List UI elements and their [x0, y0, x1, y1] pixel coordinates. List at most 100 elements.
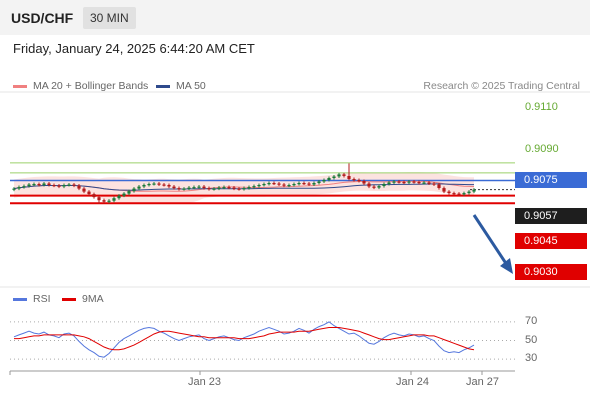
candle-body: [367, 183, 371, 187]
candle-body: [317, 181, 321, 183]
candle-body: [232, 187, 236, 189]
candle-body: [182, 188, 186, 190]
candle-body: [467, 191, 471, 194]
candle-body: [97, 197, 101, 201]
forecast-arrow-shaft: [472, 214, 509, 266]
candle-body: [327, 178, 331, 180]
candle-body: [307, 183, 311, 185]
candle-body: [132, 188, 136, 192]
candle-body: [187, 187, 191, 189]
candle-body: [447, 191, 451, 194]
candle-body: [122, 193, 126, 196]
candle-body: [392, 181, 396, 183]
candle-body: [42, 183, 46, 185]
pivot-tag: 0.9075: [515, 172, 587, 188]
x-label-jan23: Jan 23: [188, 376, 222, 388]
candle-body: [137, 186, 141, 189]
candle-body: [407, 181, 411, 183]
candle-body: [112, 198, 116, 201]
support-1-tag: 0.9045: [515, 233, 587, 249]
candle-body: [462, 193, 466, 195]
candle-body: [67, 184, 71, 186]
candle-body: [377, 186, 381, 188]
candle-body: [222, 187, 226, 189]
candle-body: [217, 187, 221, 189]
candle-body: [82, 188, 86, 192]
candle-body: [262, 184, 266, 186]
resistance-1-label: 0.9090: [525, 143, 559, 155]
x-label-jan24: Jan 24: [396, 376, 430, 388]
candle-body: [457, 193, 461, 195]
candle-body: [297, 183, 301, 185]
price-chart[interactable]: [0, 0, 590, 400]
candle-body: [312, 183, 316, 185]
candle-body: [192, 187, 196, 189]
candle-body: [117, 195, 121, 199]
candle-body: [207, 188, 211, 190]
rsi-ma-line: [14, 327, 475, 351]
candle-body: [247, 187, 251, 189]
candle-body: [157, 183, 161, 185]
candle-body: [432, 183, 436, 185]
candle-body: [162, 184, 166, 186]
forecast-arrow-head: [500, 258, 513, 274]
candle-body: [237, 188, 241, 190]
candle-body: [197, 186, 201, 188]
candle-body: [452, 193, 456, 195]
candle-body: [442, 188, 446, 192]
candle-body: [147, 184, 151, 186]
candle-body: [292, 184, 296, 186]
candle-body: [362, 181, 366, 184]
candle-body: [77, 185, 81, 189]
candle-body: [357, 180, 361, 182]
candle-body: [272, 183, 276, 185]
rsi-swatch: [13, 297, 27, 301]
candle-body: [267, 183, 271, 185]
candle-body: [17, 187, 21, 189]
candle-body: [422, 182, 426, 184]
candle-body: [212, 188, 216, 190]
candle-body: [142, 185, 146, 187]
candle-body: [427, 182, 431, 184]
candle-body: [242, 188, 246, 190]
rsi-legend-label: RSI: [33, 293, 51, 305]
rsi-ma-swatch: [62, 297, 76, 301]
candle-body: [52, 185, 56, 187]
candle-body: [37, 184, 41, 186]
rsi-ma-legend: 9MA: [62, 293, 104, 305]
candle-body: [352, 179, 356, 181]
rsi-level-70: 70: [525, 315, 538, 327]
candle-body: [387, 182, 391, 184]
candle-body: [287, 185, 291, 187]
candle-body: [342, 174, 346, 176]
candle-body: [172, 186, 176, 189]
candle-body: [127, 191, 131, 194]
candle-body: [152, 183, 156, 185]
candle-body: [12, 188, 16, 190]
candle-body: [47, 183, 51, 185]
candle-body: [322, 180, 326, 182]
candle-body: [227, 187, 231, 189]
candle-body: [417, 182, 421, 184]
rsi-legend: RSI: [13, 293, 51, 305]
candle-body: [412, 181, 416, 183]
rsi-level-30: 30: [525, 352, 538, 364]
candle-body: [277, 183, 281, 185]
candle-body: [92, 194, 96, 198]
last-price-tag: 0.9057: [515, 208, 587, 224]
candle-body: [57, 185, 61, 187]
candle-body: [252, 186, 256, 188]
candle-body: [397, 181, 401, 183]
candle-body: [282, 184, 286, 186]
candle-body: [107, 200, 111, 202]
candle-body: [437, 184, 441, 188]
candle-body: [62, 185, 66, 187]
candle-body: [302, 183, 306, 185]
candle-body: [372, 186, 376, 188]
candle-body: [102, 200, 106, 202]
candle-body: [402, 182, 406, 184]
candle-body: [177, 188, 181, 190]
candle-body: [32, 184, 36, 186]
candle-body: [332, 176, 336, 178]
rsi-line: [13, 321, 475, 358]
